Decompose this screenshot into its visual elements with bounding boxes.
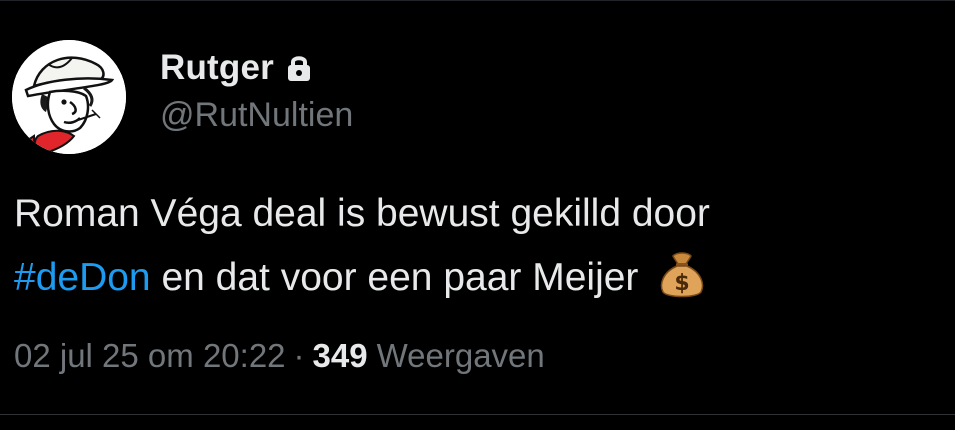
tweet-meta: 02 jul 25 om 20:22 · 349 Weergaven bbox=[14, 334, 545, 378]
tweet-text-line2: en dat voor een paar Meijer bbox=[150, 256, 650, 299]
views-label: Weergaven bbox=[376, 337, 545, 374]
hashtag-link[interactable]: #deDon bbox=[14, 256, 151, 299]
tweet-text-line1: Roman Véga deal is bewust gekilld door bbox=[14, 192, 710, 235]
bottom-divider bbox=[0, 414, 955, 415]
display-name[interactable]: Rutger bbox=[160, 48, 274, 88]
views-count: 349 bbox=[312, 337, 368, 374]
svg-text:$: $ bbox=[675, 271, 690, 296]
author-handle[interactable]: @RutNultien bbox=[160, 96, 353, 135]
top-divider bbox=[0, 0, 955, 1]
money-bag-emoji-icon: $ bbox=[655, 248, 709, 302]
tweet-text: Roman Véga deal is bewust gekilld door #… bbox=[14, 182, 949, 310]
lock-icon bbox=[286, 53, 312, 83]
avatar[interactable] bbox=[12, 40, 126, 154]
meta-separator: · bbox=[293, 337, 305, 374]
author-name-row[interactable]: Rutger bbox=[160, 46, 312, 90]
timestamp[interactable]: 02 jul 25 om 20:22 bbox=[14, 337, 286, 375]
avatar-cartoon-icon bbox=[12, 40, 126, 154]
